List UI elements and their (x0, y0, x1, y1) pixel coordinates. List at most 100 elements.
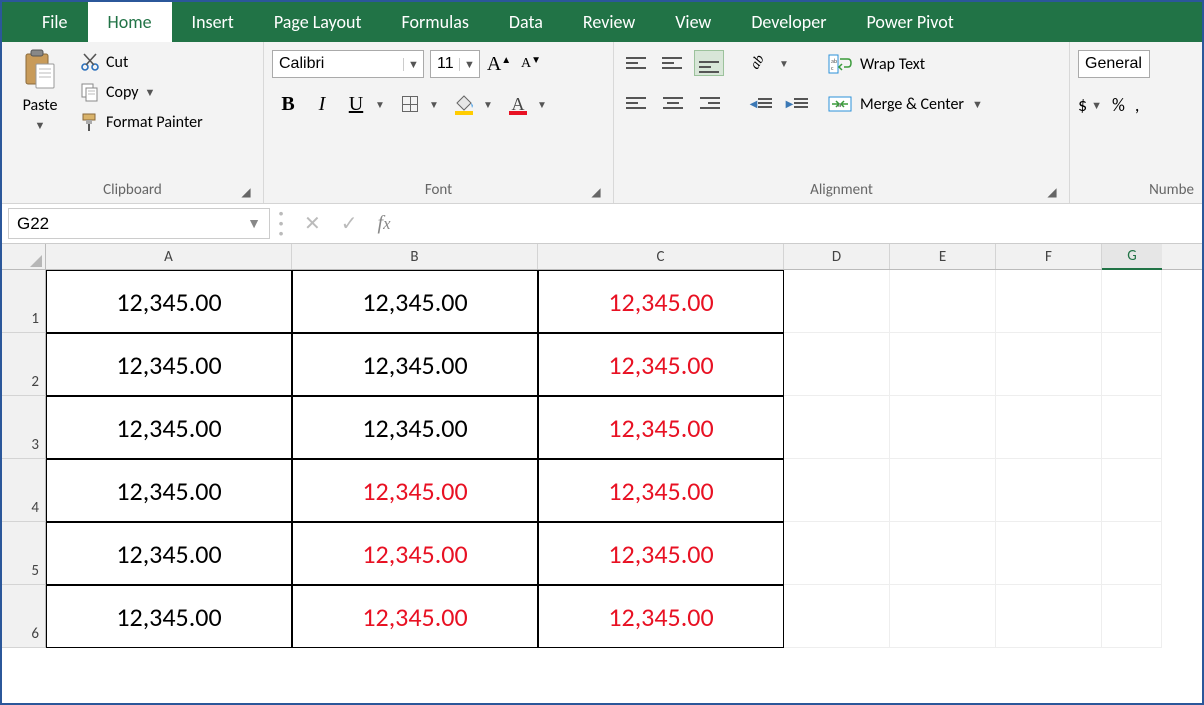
tab-review[interactable]: Review (563, 2, 655, 42)
merge-dropdown-icon[interactable]: ▼ (972, 98, 983, 111)
tab-home[interactable]: Home (88, 2, 172, 42)
cell-D3[interactable] (784, 396, 890, 459)
cell-B6[interactable]: 12,345.00 (292, 585, 538, 648)
cell-F3[interactable] (996, 396, 1102, 459)
tab-developer[interactable]: Developer (731, 2, 846, 42)
cell-D6[interactable] (784, 585, 890, 648)
number-format-input[interactable] (1079, 53, 1149, 75)
formula-input[interactable] (403, 204, 1203, 243)
merge-center-button[interactable]: a Merge & Center ▼ (822, 90, 989, 118)
cell-G3[interactable] (1102, 396, 1162, 459)
font-size-dropdown-icon[interactable]: ▼ (459, 58, 479, 71)
cell-F6[interactable] (996, 585, 1102, 648)
format-painter-button[interactable]: Format Painter (74, 108, 209, 136)
number-format-combo[interactable] (1078, 50, 1150, 78)
wrap-text-button[interactable]: abc Wrap Text (822, 50, 989, 78)
font-color-button[interactable]: A (502, 88, 534, 120)
cell-E4[interactable] (890, 459, 996, 522)
cell-E1[interactable] (890, 270, 996, 333)
orientation-button[interactable]: ab (746, 50, 772, 76)
cell-G4[interactable] (1102, 459, 1162, 522)
cell-A3[interactable]: 12,345.00 (46, 396, 292, 459)
cell-G1[interactable] (1102, 270, 1162, 333)
insert-function-icon[interactable]: fx (378, 212, 391, 235)
col-header-B[interactable]: B (292, 244, 538, 269)
font-name-dropdown-icon[interactable]: ▼ (403, 58, 423, 71)
row-header-3[interactable]: 3 (2, 396, 46, 459)
cell-D5[interactable] (784, 522, 890, 585)
col-header-C[interactable]: C (538, 244, 784, 269)
comma-format-button[interactable]: , (1135, 94, 1140, 116)
cell-C4[interactable]: 12,345.00 (538, 459, 784, 522)
cancel-formula-icon[interactable]: ✕ (304, 211, 321, 236)
col-header-F[interactable]: F (996, 244, 1102, 269)
tab-data[interactable]: Data (489, 2, 563, 42)
font-color-dropdown-icon[interactable]: ▼ (536, 98, 548, 111)
align-center-button[interactable] (658, 90, 688, 116)
tab-power-pivot[interactable]: Power Pivot (846, 2, 973, 42)
accounting-format-button[interactable]: $▼ (1078, 94, 1102, 116)
border-button[interactable] (394, 88, 426, 120)
cell-F1[interactable] (996, 270, 1102, 333)
col-header-E[interactable]: E (890, 244, 996, 269)
align-right-button[interactable] (694, 90, 724, 116)
cell-C2[interactable]: 12,345.00 (538, 333, 784, 396)
cell-E5[interactable] (890, 522, 996, 585)
alignment-launcher-icon[interactable]: ◢ (1045, 185, 1059, 199)
cell-G5[interactable] (1102, 522, 1162, 585)
name-box-dropdown-icon[interactable]: ▼ (239, 215, 269, 232)
cut-button[interactable]: Cut (74, 48, 209, 76)
cell-F5[interactable] (996, 522, 1102, 585)
col-header-G[interactable]: G (1102, 244, 1162, 270)
cell-C5[interactable]: 12,345.00 (538, 522, 784, 585)
fill-color-dropdown-icon[interactable]: ▼ (482, 98, 494, 111)
align-left-button[interactable] (622, 90, 652, 116)
formula-bar-grip[interactable]: ●●● (276, 204, 286, 243)
font-name-input[interactable] (273, 53, 403, 75)
cell-A6[interactable]: 12,345.00 (46, 585, 292, 648)
row-header-1[interactable]: 1 (2, 270, 46, 333)
cell-E3[interactable] (890, 396, 996, 459)
select-all-corner[interactable] (2, 244, 46, 269)
name-box-input[interactable] (9, 210, 239, 238)
cell-B4[interactable]: 12,345.00 (292, 459, 538, 522)
underline-button[interactable]: U (340, 88, 372, 120)
enter-formula-icon[interactable]: ✓ (341, 211, 358, 236)
cell-B1[interactable]: 12,345.00 (292, 270, 538, 333)
cell-A4[interactable]: 12,345.00 (46, 459, 292, 522)
font-size-input[interactable] (431, 53, 459, 75)
cell-E2[interactable] (890, 333, 996, 396)
cell-B2[interactable]: 12,345.00 (292, 333, 538, 396)
cell-A2[interactable]: 12,345.00 (46, 333, 292, 396)
cell-C1[interactable]: 12,345.00 (538, 270, 784, 333)
align-top-button[interactable] (622, 50, 652, 76)
cell-B5[interactable]: 12,345.00 (292, 522, 538, 585)
cell-F2[interactable] (996, 333, 1102, 396)
font-size-combo[interactable]: ▼ (430, 50, 480, 78)
decrease-font-size-button[interactable]: A▼ (518, 51, 544, 77)
decrease-indent-button[interactable]: ◀ (746, 90, 776, 116)
row-header-4[interactable]: 4 (2, 459, 46, 522)
align-middle-button[interactable] (658, 50, 688, 76)
paste-button[interactable]: Paste ▼ (10, 48, 70, 132)
clipboard-launcher-icon[interactable]: ◢ (239, 185, 253, 199)
paste-dropdown-icon[interactable]: ▼ (35, 119, 46, 132)
cell-F4[interactable] (996, 459, 1102, 522)
tab-page-layout[interactable]: Page Layout (254, 2, 382, 42)
tab-insert[interactable]: Insert (172, 2, 254, 42)
cell-A1[interactable]: 12,345.00 (46, 270, 292, 333)
copy-button[interactable]: Copy ▼ (74, 78, 209, 106)
cell-G6[interactable] (1102, 585, 1162, 648)
font-name-combo[interactable]: ▼ (272, 50, 424, 78)
fill-color-button[interactable] (448, 88, 480, 120)
cell-C3[interactable]: 12,345.00 (538, 396, 784, 459)
row-header-6[interactable]: 6 (2, 585, 46, 648)
col-header-D[interactable]: D (784, 244, 890, 269)
cell-G2[interactable] (1102, 333, 1162, 396)
percent-format-button[interactable]: % (1112, 94, 1125, 116)
orientation-dropdown-icon[interactable]: ▼ (778, 57, 790, 70)
align-bottom-button[interactable] (694, 50, 724, 76)
copy-dropdown-icon[interactable]: ▼ (145, 86, 156, 99)
underline-dropdown-icon[interactable]: ▼ (374, 98, 386, 111)
bold-button[interactable]: B (272, 88, 304, 120)
